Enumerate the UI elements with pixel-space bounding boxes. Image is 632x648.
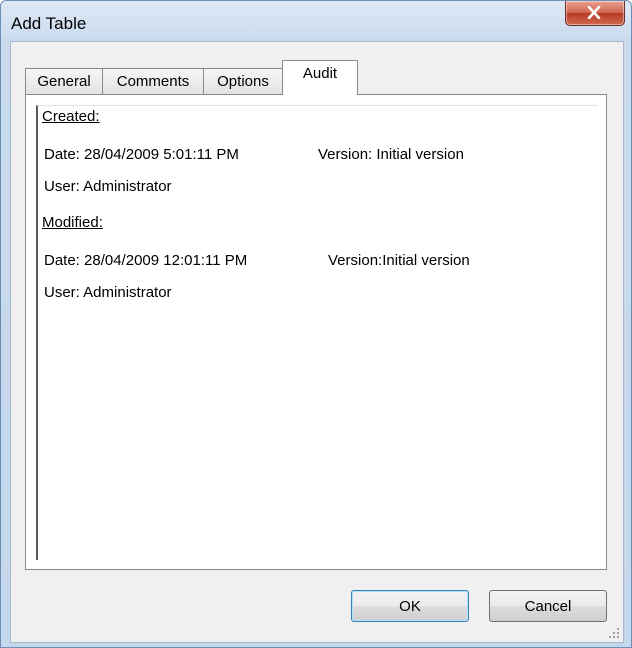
modified-version: Version:Initial version bbox=[328, 252, 470, 269]
close-button[interactable] bbox=[565, 1, 625, 26]
created-user: User: Administrator bbox=[44, 178, 172, 195]
created-header: Created: bbox=[42, 108, 100, 125]
ok-button[interactable]: OK bbox=[351, 590, 469, 622]
window-title: Add Table bbox=[11, 14, 87, 33]
tab-options[interactable]: Options bbox=[203, 68, 283, 94]
close-icon bbox=[587, 6, 601, 19]
dialog-client-area: General Comments Options Audit Created: … bbox=[10, 41, 624, 643]
created-date: Date: 28/04/2009 5:01:11 PM bbox=[44, 146, 239, 163]
modified-header: Modified: bbox=[42, 214, 103, 231]
tab-audit[interactable]: Audit bbox=[282, 60, 358, 95]
created-version: Version: Initial version bbox=[318, 146, 464, 163]
audit-tab-panel: Created: Date: 28/04/2009 5:01:11 PM Ver… bbox=[25, 94, 607, 570]
tab-comments[interactable]: Comments bbox=[102, 68, 204, 94]
cancel-button[interactable]: Cancel bbox=[489, 590, 607, 622]
dialog-window: Add Table General Comments Options Audit… bbox=[0, 0, 632, 648]
modified-user: User: Administrator bbox=[44, 284, 172, 301]
audit-content-box: Created: Date: 28/04/2009 5:01:11 PM Ver… bbox=[36, 105, 598, 560]
title-bar[interactable]: Add Table bbox=[1, 1, 631, 41]
modified-date: Date: 28/04/2009 12:01:11 PM bbox=[44, 252, 248, 269]
tab-general[interactable]: General bbox=[25, 68, 103, 94]
resize-grip-icon[interactable] bbox=[608, 627, 620, 639]
